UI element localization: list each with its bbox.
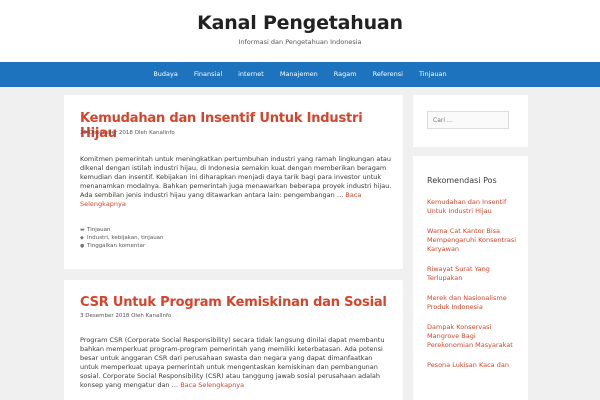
article-excerpt: Program CSR (Corporate Social Responsibi… xyxy=(80,336,392,390)
site-description: Informasi dan Pengetahuan Indonesia xyxy=(238,38,362,46)
article-footer: ▬ Tinjauan ◆ Industri, kebijakan, tinjauan… xyxy=(80,226,164,250)
article-title[interactable]: CSR Untuk Program Kemiskinan dan Sosial xyxy=(80,295,387,310)
site-header: Kanal Pengetahuan Informasi dan Pengetah… xyxy=(0,0,600,62)
widget-title: Rekomendasi Pos xyxy=(427,176,497,185)
nav-item-manajemen[interactable]: Manajemen xyxy=(272,62,326,87)
recommended-posts-list: Kemudahan dan Insentif Untuk Industri Hi… xyxy=(427,198,522,381)
article-tags[interactable]: Industri, kebijakan, tinjauan xyxy=(87,234,164,242)
nav-item-referensi[interactable]: Referensi xyxy=(365,62,411,87)
folder-icon: ▬ xyxy=(80,227,85,233)
recommended-posts-widget: Rekomendasi Pos Kemudahan dan Insentif U… xyxy=(413,156,528,400)
tag-icon: ◆ xyxy=(80,235,84,241)
leave-comment-link[interactable]: Tinggalkan komentar xyxy=(87,242,145,250)
main-navigation: Budaya Finansial internet Manajemen Raga… xyxy=(0,62,600,87)
search-input[interactable] xyxy=(427,111,509,129)
recommended-post-link[interactable]: Merek dan Nasionalisme Produk Indonesia xyxy=(427,294,522,312)
nav-item-finansial[interactable]: Finansial xyxy=(186,62,230,87)
nav-item-tinjauan[interactable]: Tinjauan xyxy=(411,62,455,87)
nav-item-ragam[interactable]: Ragam xyxy=(326,62,365,87)
article-card: Kemudahan dan Insentif Untuk Industri Hi… xyxy=(64,95,403,269)
article-card: CSR Untuk Program Kemiskinan dan Sosial … xyxy=(64,280,403,400)
nav-item-internet[interactable]: internet xyxy=(230,62,272,87)
recommended-post-link[interactable]: Riwayat Surat Yang Terlupakan xyxy=(427,265,522,283)
article-category[interactable]: Tinjauan xyxy=(87,226,110,234)
recommended-post-link[interactable]: Kemudahan dan Insentif Untuk Industri Hi… xyxy=(427,198,522,216)
site-title[interactable]: Kanal Pengetahuan xyxy=(0,12,600,34)
comment-icon: ● xyxy=(80,243,85,249)
recommended-post-link[interactable]: Dampak Konservasi Mangrove Bagi Perekono… xyxy=(427,323,522,350)
article-title[interactable]: Kemudahan dan Insentif Untuk Industri Hi… xyxy=(80,111,403,141)
recommended-post-link[interactable]: Pesona Lukisan Kaca dan xyxy=(427,361,522,370)
nav-item-budaya[interactable]: Budaya xyxy=(145,62,186,87)
search-widget xyxy=(413,95,528,147)
read-more-link[interactable]: Baca Selengkapnya xyxy=(180,381,244,389)
article-excerpt: Komitmen pemerintah untuk meningkatkan p… xyxy=(80,155,392,209)
article-meta: 3 Desember 2018 Oleh KanalInfo xyxy=(80,313,172,319)
recommended-post-link[interactable]: Warna Cat Kantor Bisa Mempengaruhi Konse… xyxy=(427,227,522,254)
article-meta: 20 Desember 2018 Oleh KanalInfo xyxy=(80,130,175,136)
